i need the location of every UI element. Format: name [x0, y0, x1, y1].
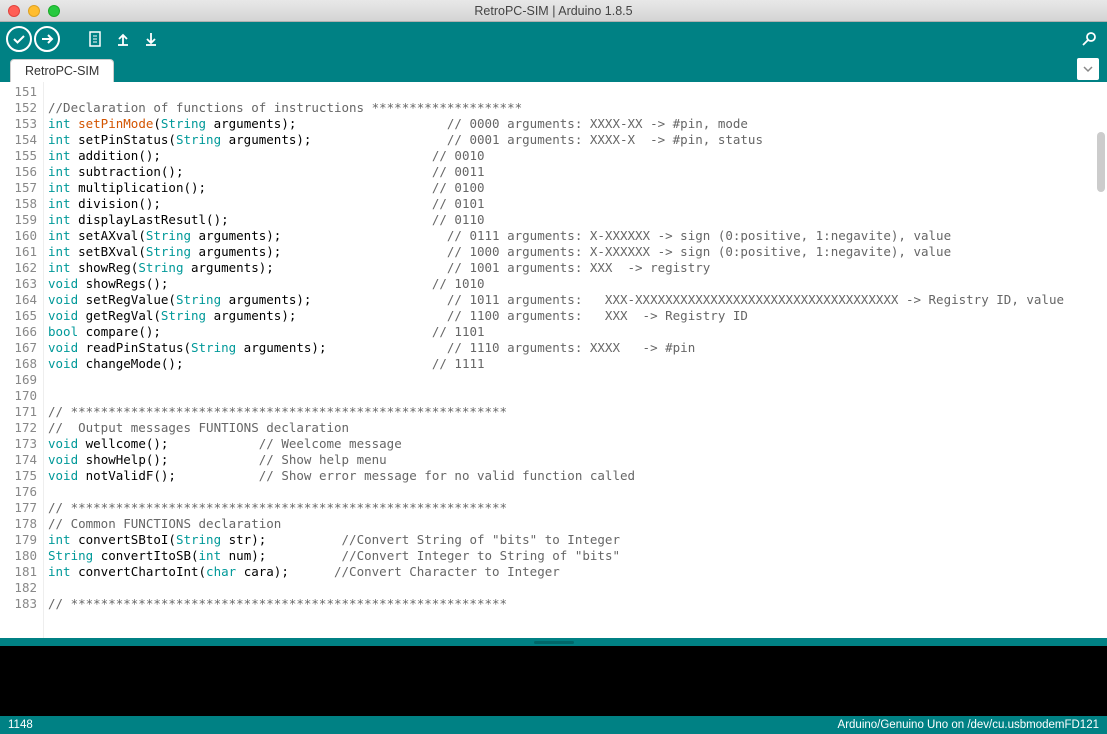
- toolbar: [0, 22, 1107, 56]
- window-controls: [8, 5, 60, 17]
- tab-bar: RetroPC-SIM: [0, 56, 1107, 82]
- serial-monitor-button[interactable]: [1075, 26, 1101, 52]
- vertical-scrollbar[interactable]: [1097, 132, 1105, 192]
- status-line-number: 1148: [8, 719, 33, 731]
- close-button[interactable]: [8, 5, 20, 17]
- tab-sketch[interactable]: RetroPC-SIM: [10, 59, 114, 82]
- line-gutter: 1511521531541551561571581591601611621631…: [0, 82, 44, 638]
- console[interactable]: [0, 646, 1107, 716]
- window-title: RetroPC-SIM | Arduino 1.8.5: [474, 4, 632, 18]
- new-button[interactable]: [82, 26, 108, 52]
- status-board-port: Arduino/Genuino Uno on /dev/cu.usbmodemF…: [838, 719, 1099, 731]
- pane-divider[interactable]: [0, 638, 1107, 646]
- tab-menu-button[interactable]: [1077, 58, 1099, 80]
- titlebar: RetroPC-SIM | Arduino 1.8.5: [0, 0, 1107, 22]
- maximize-button[interactable]: [48, 5, 60, 17]
- open-button[interactable]: [110, 26, 136, 52]
- status-bar: 1148 Arduino/Genuino Uno on /dev/cu.usbm…: [0, 716, 1107, 734]
- divider-handle-icon: [534, 641, 574, 644]
- minimize-button[interactable]: [28, 5, 40, 17]
- save-button[interactable]: [138, 26, 164, 52]
- upload-button[interactable]: [34, 26, 60, 52]
- editor[interactable]: 1511521531541551561571581591601611621631…: [0, 82, 1107, 638]
- code-area[interactable]: //Declaration of functions of instructio…: [44, 82, 1107, 638]
- verify-button[interactable]: [6, 26, 32, 52]
